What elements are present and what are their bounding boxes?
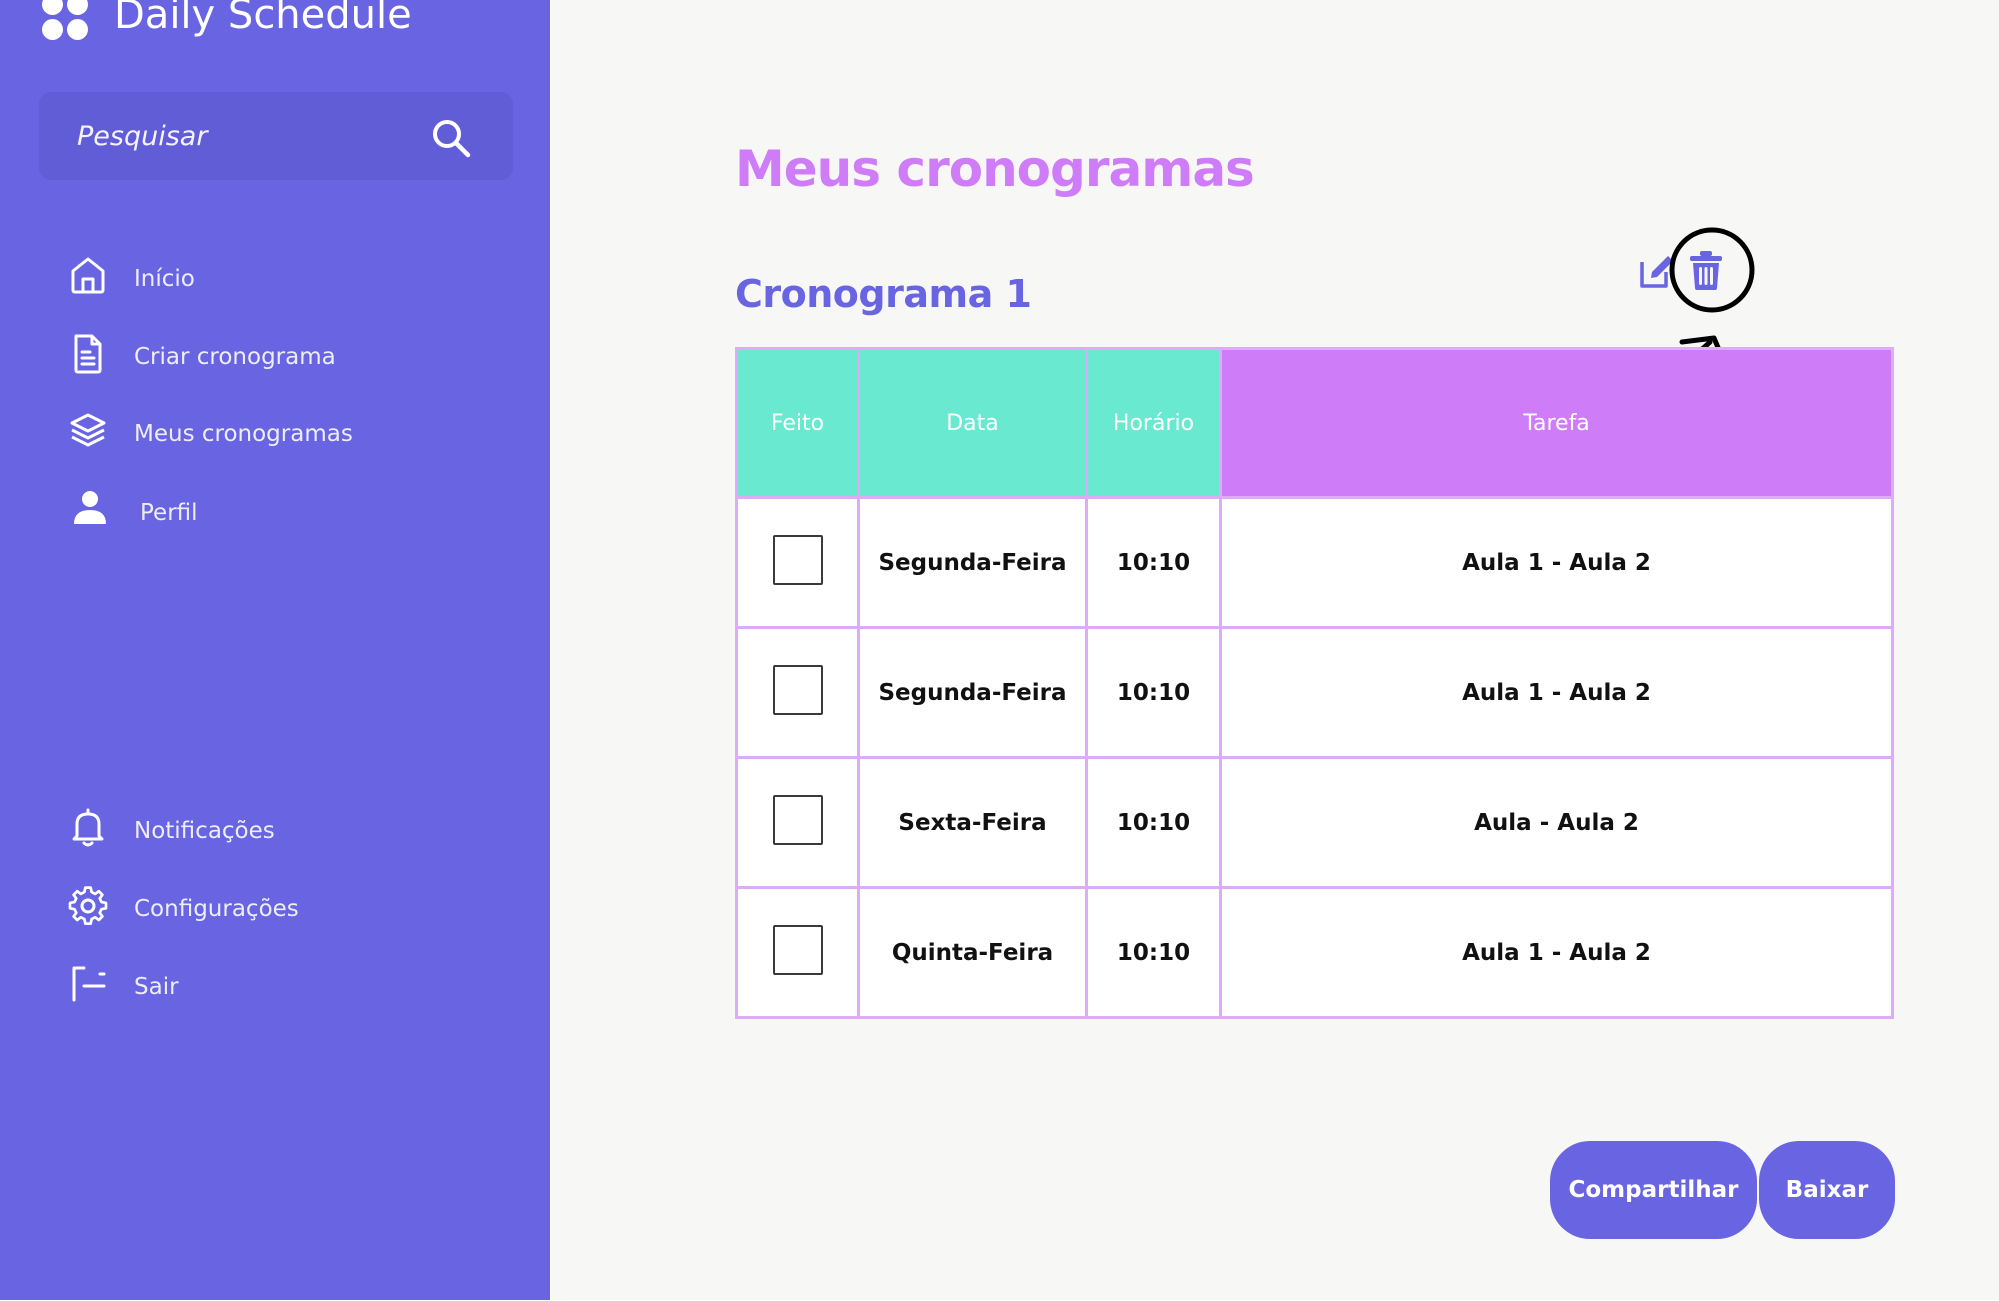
sidebar: Daily Schedule Início Criar cronograma [0, 0, 550, 1300]
date-cell: Segunda-Feira [857, 626, 1088, 759]
user-icon [74, 491, 106, 524]
task-cell: Aula 1 - Aula 2 [1219, 626, 1894, 759]
home-icon [71, 257, 105, 294]
column-header-data: Data [857, 347, 1088, 499]
time-cell: 10:10 [1085, 626, 1222, 759]
four-dots-logo-icon [42, 0, 92, 44]
done-checkbox[interactable] [772, 794, 823, 845]
bell-icon [72, 808, 104, 847]
sidebar-item-label: Perfil [140, 500, 198, 526]
highlight-circle-annotation [1669, 227, 1755, 313]
sidebar-item-label: Início [134, 266, 195, 292]
done-cell [735, 626, 860, 759]
date-cell: Sexta-Feira [857, 756, 1088, 889]
time-cell: 10:10 [1085, 886, 1222, 1019]
done-cell [735, 886, 860, 1019]
search-icon[interactable] [430, 117, 472, 159]
sidebar-item-sair[interactable]: Sair [68, 962, 488, 1012]
column-header-horario: Horário [1085, 347, 1222, 499]
sidebar-item-configuracoes[interactable]: Configurações [68, 884, 488, 934]
column-header-feito: Feito [735, 347, 860, 499]
sidebar-item-label: Criar cronograma [134, 344, 336, 370]
sidebar-item-label: Sair [134, 974, 179, 1000]
table-row: Sexta-Feira 10:10 Aula - Aula 2 [735, 756, 1894, 889]
sidebar-item-notificacoes[interactable]: Notificações [68, 806, 488, 856]
download-button[interactable]: Baixar [1759, 1141, 1895, 1239]
table-row: Segunda-Feira 10:10 Aula 1 - Aula 2 [735, 626, 1894, 759]
app-title: Daily Schedule [114, 0, 412, 38]
sidebar-item-meus-cronogramas[interactable]: Meus cronogramas [68, 409, 488, 459]
task-cell: Aula 1 - Aula 2 [1219, 496, 1894, 629]
sidebar-item-label: Notificações [134, 818, 275, 844]
done-checkbox[interactable] [772, 534, 823, 585]
done-checkbox[interactable] [772, 664, 823, 715]
search-input[interactable] [75, 112, 419, 160]
done-cell [735, 756, 860, 889]
schedule-title: Cronograma 1 [735, 272, 1032, 316]
task-cell: Aula 1 - Aula 2 [1219, 886, 1894, 1019]
sidebar-item-perfil[interactable]: Perfil [68, 488, 488, 538]
sidebar-item-label: Meus cronogramas [134, 421, 353, 447]
task-cell: Aula - Aula 2 [1219, 756, 1894, 889]
date-cell: Quinta-Feira [857, 886, 1088, 1019]
sidebar-item-inicio[interactable]: Início [68, 254, 488, 304]
done-checkbox[interactable] [772, 924, 823, 975]
sidebar-item-label: Configurações [134, 896, 299, 922]
share-button[interactable]: Compartilhar [1550, 1141, 1757, 1239]
layers-icon [70, 413, 106, 447]
page-title: Meus cronogramas [735, 140, 1255, 198]
time-cell: 10:10 [1085, 496, 1222, 629]
table-row: Segunda-Feira 10:10 Aula 1 - Aula 2 [735, 496, 1894, 629]
date-cell: Segunda-Feira [857, 496, 1088, 629]
done-cell [735, 496, 860, 629]
time-cell: 10:10 [1085, 756, 1222, 889]
sidebar-item-criar-cronograma[interactable]: Criar cronograma [68, 332, 488, 382]
logout-icon [72, 966, 106, 1002]
schedule-table: Feito Data Horário Tarefa Segunda-Feira … [735, 347, 1894, 1019]
table-row: Quinta-Feira 10:10 Aula 1 - Aula 2 [735, 886, 1894, 1019]
document-icon [74, 334, 102, 374]
column-header-tarefa: Tarefa [1219, 347, 1894, 499]
table-header-row: Feito Data Horário Tarefa [735, 347, 1894, 499]
gear-icon [68, 886, 108, 925]
